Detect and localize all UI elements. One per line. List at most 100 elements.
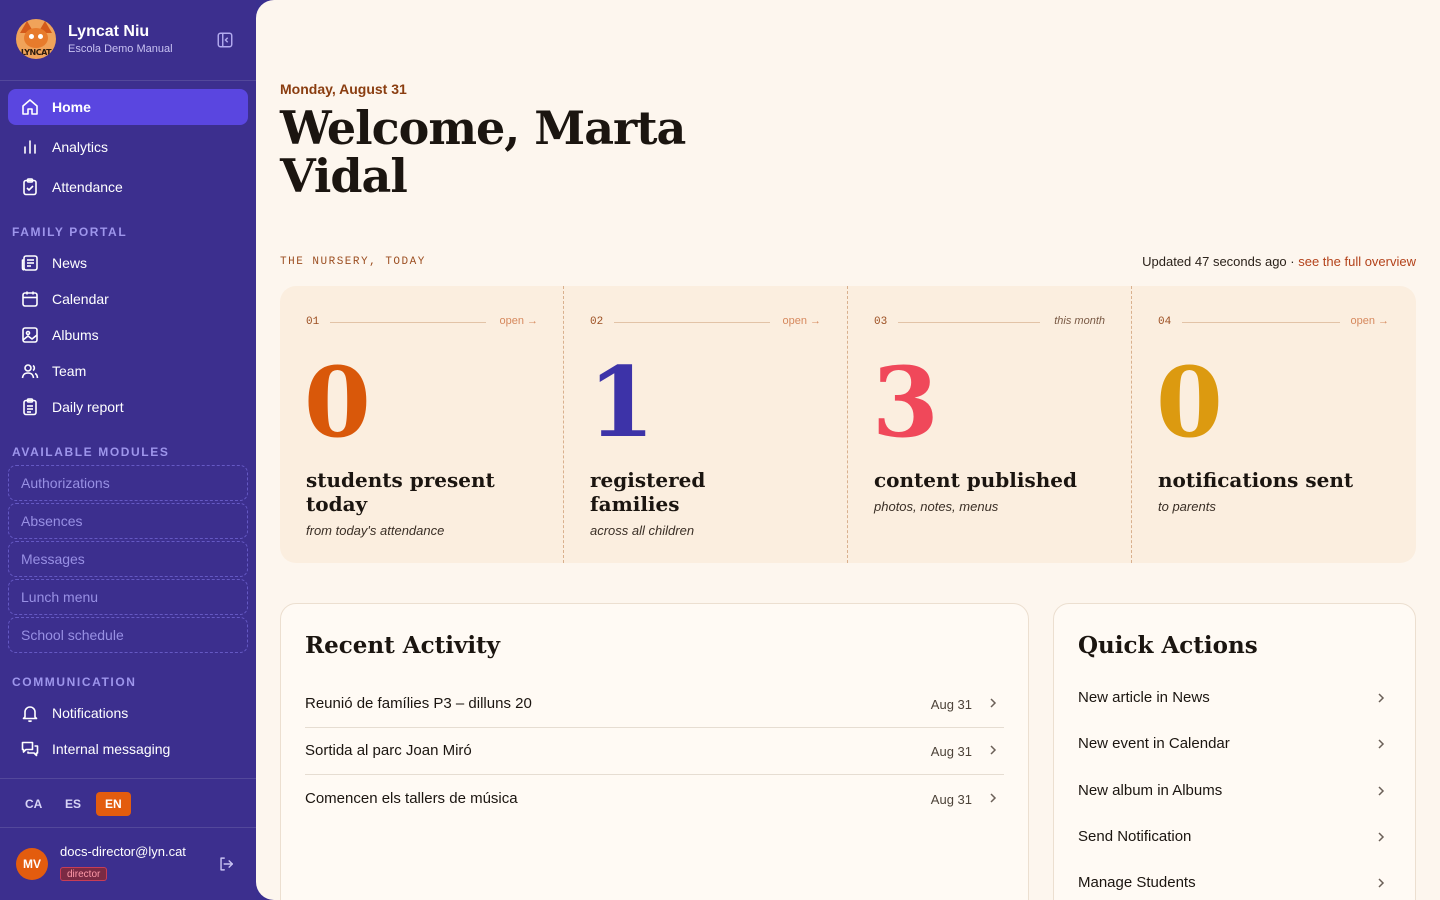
recent-activity-title: Recent Activity [305, 632, 501, 659]
module-lunch-menu[interactable]: Lunch menu [8, 579, 248, 615]
stat-label: content published [874, 468, 1077, 492]
image-icon [22, 327, 38, 343]
quick-action-send-notification[interactable]: Send Notification [1078, 814, 1388, 860]
sidebar-item-internal-messaging[interactable]: Internal messaging [8, 731, 248, 767]
module-school-schedule[interactable]: School schedule [8, 617, 248, 653]
language-switcher: CA ES EN [0, 778, 256, 828]
sidebar-item-albums[interactable]: Albums [8, 317, 248, 353]
chevron-right-icon [1378, 739, 1385, 749]
sidebar-item-home[interactable]: Home [8, 89, 248, 125]
sidebar-item-news[interactable]: News [8, 245, 248, 281]
sidebar-item-attendance[interactable]: Attendance [8, 169, 248, 205]
lang-es-button[interactable]: ES [56, 792, 90, 816]
sidebar-item-team[interactable]: Team [8, 353, 248, 389]
chevron-right-icon [990, 793, 997, 803]
sidebar-item-label: News [52, 255, 88, 271]
chevron-right-icon [1378, 693, 1385, 703]
quick-action-new-article[interactable]: New article in News [1078, 675, 1388, 721]
chevron-right-icon [1378, 786, 1385, 796]
welcome-line-1: Welcome, Marta [280, 101, 686, 155]
avatar[interactable]: MV [16, 848, 48, 880]
stat-notifications-sent[interactable]: 04 open → 0 notifications sent to parent… [1131, 286, 1415, 563]
stat-number: 03 [874, 316, 888, 328]
stat-number: 01 [306, 316, 320, 328]
collapse-sidebar-icon[interactable] [216, 31, 234, 49]
activity-title: Reunió de famílies P3 – dilluns 20 [305, 695, 532, 712]
stat-value: 1 [588, 346, 655, 459]
quick-action-label: Send Notification [1078, 828, 1192, 845]
stat-caption: from today's attendance [306, 523, 445, 538]
stats-panel: 01 open → 0 students present today from … [280, 286, 1416, 563]
current-date: Monday, August 31 [280, 81, 407, 97]
sidebar-item-label: Notifications [52, 705, 129, 721]
activity-row[interactable]: Reunió de famílies P3 – dilluns 20 Aug 3… [305, 681, 1004, 728]
stat-label: students present today [306, 468, 495, 516]
divider [898, 322, 1040, 323]
sidebar-item-daily-report[interactable]: Daily report [8, 389, 248, 425]
lyncat-logo[interactable]: LYNCAT [16, 19, 56, 59]
sidebar-item-label: Team [52, 363, 87, 379]
logout-icon[interactable] [217, 855, 235, 873]
module-messages[interactable]: Messages [8, 541, 248, 577]
user-email: docs-director@lyn.cat [60, 844, 186, 859]
newspaper-icon [21, 255, 38, 271]
activity-date: Aug 31 [930, 792, 972, 807]
activity-date: Aug 31 [930, 744, 972, 759]
activity-row[interactable]: Comencen els tallers de música Aug 31 [305, 776, 1004, 823]
lang-en-button[interactable]: EN [96, 792, 131, 816]
stat-open-link[interactable]: open → [499, 315, 538, 327]
brand-header: LYNCAT Lyncat Niu Escola Demo Manual [0, 0, 256, 81]
sidebar-item-calendar[interactable]: Calendar [8, 281, 248, 317]
user-profile: MV docs-director@lyn.cat director [0, 828, 256, 900]
divider [1182, 322, 1340, 323]
school-app-name: Lyncat Niu [68, 23, 150, 40]
stat-open-link[interactable]: open → [1350, 315, 1389, 327]
sidebar-item-notifications[interactable]: Notifications [8, 695, 248, 731]
sidebar-item-label: Internal messaging [52, 741, 171, 757]
sidebar: LYNCAT Lyncat Niu Escola Demo Manual Hom… [0, 0, 256, 900]
overview-title: THE NURSERY, TODAY [280, 256, 426, 268]
stat-period: this month [1054, 315, 1105, 327]
stat-open-link[interactable]: open → [782, 315, 821, 327]
chevron-right-icon [1378, 832, 1385, 842]
stat-value: 3 [872, 346, 939, 459]
activity-title: Comencen els tallers de música [305, 790, 518, 807]
stat-caption: photos, notes, menus [874, 499, 999, 514]
section-available-modules: AVAILABLE MODULES [12, 445, 170, 459]
recent-activity-card: Recent Activity Reunió de famílies P3 – … [280, 603, 1029, 900]
stat-label: notifications sent [1158, 468, 1354, 492]
clipboard-check-icon [23, 178, 37, 196]
quick-action-new-event[interactable]: New event in Calendar [1078, 721, 1388, 767]
logo-text: LYNCAT [20, 48, 52, 57]
sidebar-item-analytics[interactable]: Analytics [8, 129, 248, 165]
quick-actions-card: Quick Actions New article in News New ev… [1053, 603, 1416, 900]
quick-action-new-album[interactable]: New album in Albums [1078, 768, 1388, 814]
stat-value: 0 [304, 346, 371, 459]
divider [614, 322, 770, 323]
stat-registered-families[interactable]: 02 open → 1 registered families across a… [563, 286, 847, 563]
section-family-portal: FAMILY PORTAL [12, 225, 128, 239]
sidebar-item-label: Daily report [52, 399, 124, 415]
module-absences[interactable]: Absences [8, 503, 248, 539]
home-icon [22, 99, 38, 115]
stat-content-published[interactable]: 03 this month 3 content published photos… [847, 286, 1131, 563]
sidebar-item-label: Albums [52, 327, 99, 343]
module-authorizations[interactable]: Authorizations [8, 465, 248, 501]
stat-label: registered families [590, 468, 706, 516]
sidebar-item-label: Calendar [52, 291, 109, 307]
welcome-line-2: Vidal [280, 149, 408, 203]
page-title: Welcome, Marta Vidal [280, 104, 740, 200]
quick-action-label: New album in Albums [1078, 782, 1223, 799]
calendar-icon [22, 291, 38, 307]
quick-action-manage-students[interactable]: Manage Students [1078, 860, 1388, 900]
stat-students-present[interactable]: 01 open → 0 students present today from … [280, 286, 564, 563]
full-overview-link[interactable]: see the full overview [1298, 254, 1416, 269]
sidebar-item-label: Attendance [52, 179, 123, 195]
sidebar-item-label: Home [52, 99, 91, 115]
stat-caption: to parents [1158, 499, 1216, 514]
school-name: Escola Demo Manual [68, 43, 173, 55]
lang-ca-button[interactable]: CA [16, 792, 51, 816]
updated-text: Updated 47 seconds ago · [1142, 254, 1299, 269]
activity-row[interactable]: Sortida al parc Joan Miró Aug 31 [305, 728, 1004, 775]
activity-date: Aug 31 [930, 697, 972, 712]
